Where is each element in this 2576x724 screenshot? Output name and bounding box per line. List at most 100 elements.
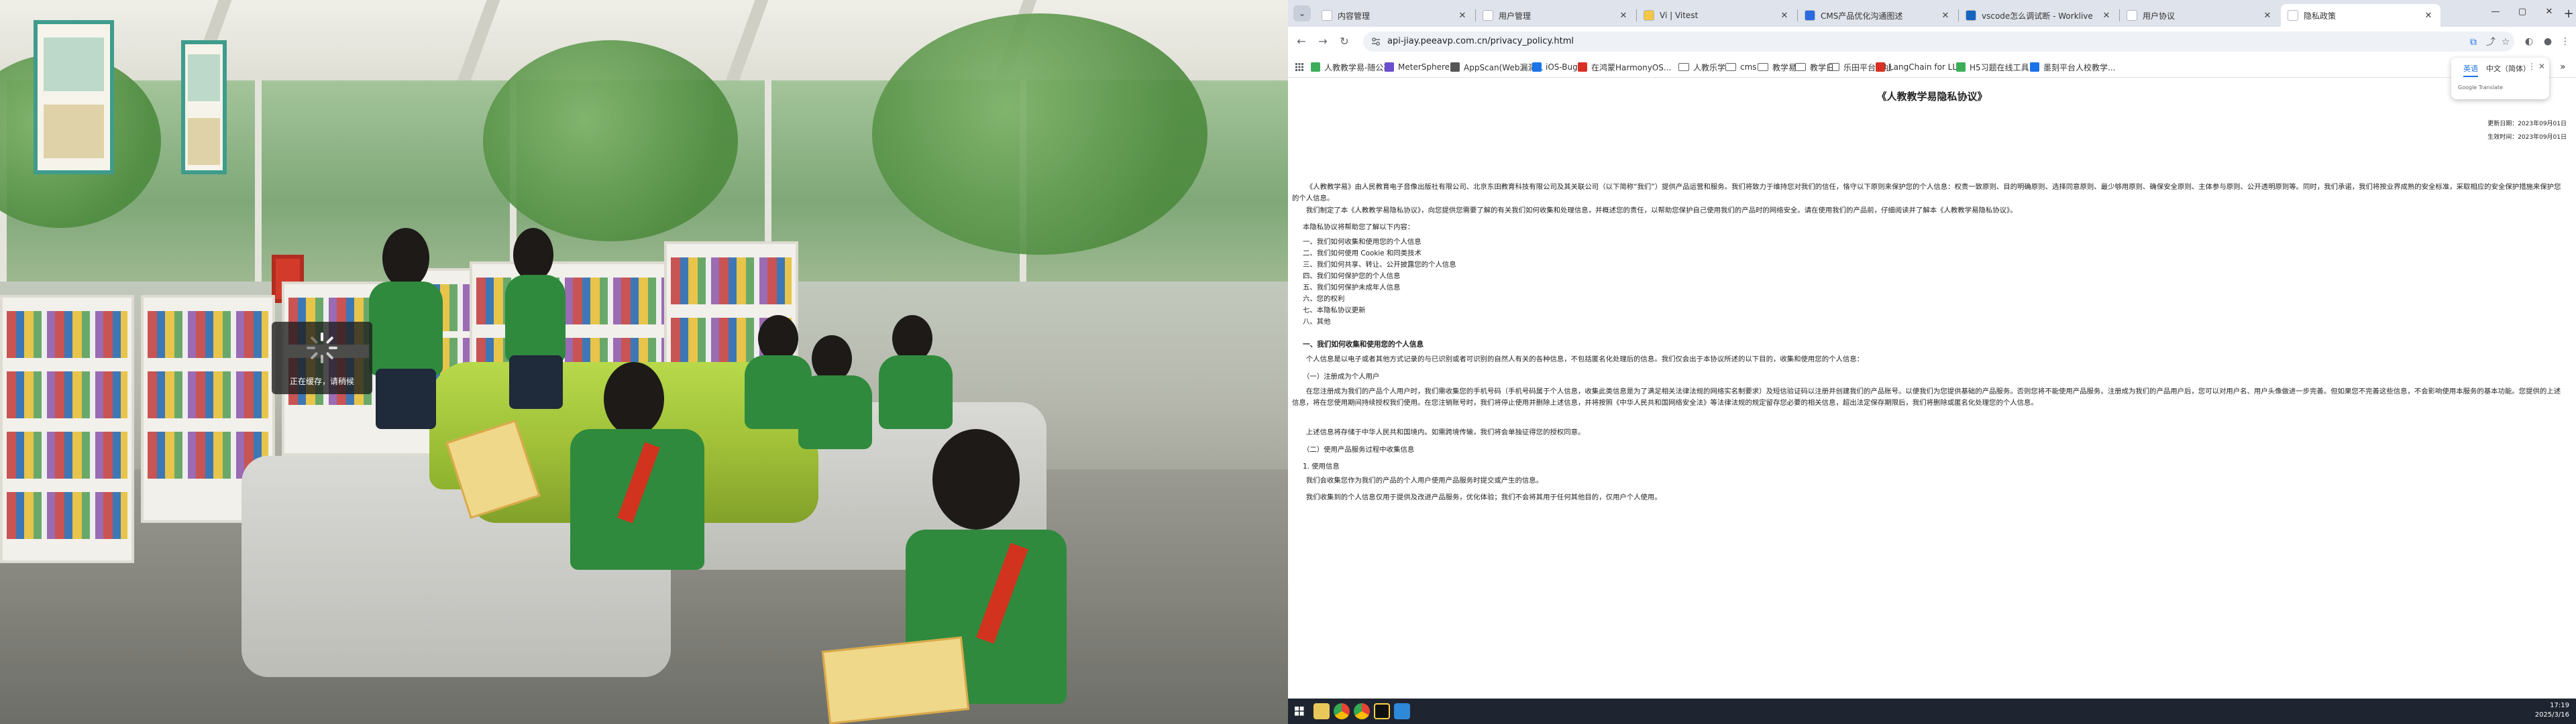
bookmark-favicon-icon: [2030, 62, 2039, 72]
taskbar: 17:19 2025/3/16: [1288, 699, 2576, 724]
bookmark-folder[interactable]: cms: [1725, 60, 1757, 74]
site-info-icon[interactable]: [1371, 37, 1381, 46]
clock-date: 2025/3/16: [2534, 711, 2569, 719]
new-tab-button[interactable]: +: [2561, 7, 2576, 21]
tab-close-icon[interactable]: ✕: [1940, 11, 1951, 21]
tab-separator: [2119, 9, 2120, 21]
apps-icon[interactable]: [1295, 60, 1304, 74]
bookmark-star-icon[interactable]: ☆: [2500, 36, 2512, 48]
bookmark-item[interactable]: LangChain for LL...: [1876, 60, 1964, 74]
bookmark-folder[interactable]: 人教乐学: [1678, 60, 1725, 74]
share-icon[interactable]: ⤴: [2485, 36, 2497, 48]
minimize-button[interactable]: —: [2482, 4, 2509, 20]
bookmark-item[interactable]: 墨刻平台人校教学...: [2030, 60, 2115, 74]
tab-0[interactable]: 内容管理 ✕: [1315, 4, 1474, 27]
bookmark-folder[interactable]: 教学易: [1758, 60, 1796, 74]
tab-close-icon[interactable]: ✕: [2423, 11, 2434, 21]
clock: 17:19 2025/3/16: [2535, 701, 2569, 720]
toc-item: 三、我们如何共享、转让、公开披露您的个人信息: [1303, 261, 1456, 269]
tab-4[interactable]: vscode怎么调试断 - Worklive ✕: [1959, 4, 2118, 27]
subsection-title: （二）使用产品服务过程中收集信息: [1303, 446, 1415, 454]
translate-lang-chinese[interactable]: 中文（简体）: [2486, 63, 2530, 74]
url-text: api-jiay.peeavp.com.cn/privacy_policy.ht…: [1387, 36, 1574, 46]
profile-icon[interactable]: ●: [2541, 35, 2555, 48]
clock-time: 17:19: [2550, 702, 2569, 709]
tree: [872, 13, 1208, 255]
tab-separator: [1958, 9, 1959, 21]
folder-icon: [1758, 63, 1768, 71]
forward-icon[interactable]: →: [1315, 34, 1331, 50]
favicon-icon: [2127, 10, 2137, 21]
bookmark-favicon-icon: [1385, 62, 1394, 72]
folder-icon: [1795, 63, 1806, 71]
start-icon[interactable]: [1295, 707, 1304, 716]
bookmark-item[interactable]: iOS-Bugly: [1532, 60, 1585, 74]
toolbar: ← → ↻ api-jiay.peeavp.com.cn/privacy_pol…: [1288, 27, 2576, 56]
bookmark-favicon-icon: [1956, 62, 1966, 72]
bookmark-favicon-icon: [1450, 62, 1460, 72]
tab-5[interactable]: 用户协议 ✕: [2120, 4, 2279, 27]
toc-item: 六、您的权利: [1303, 295, 1345, 303]
section-paragraph: 个人信息是以电子或者其他方式记录的与已识别或者可识别的自然人有关的各种信息，不包…: [1305, 355, 1864, 363]
child-reading: [557, 362, 731, 644]
bookmark-item[interactable]: 在鸿蒙HarmonyOS...: [1578, 60, 1671, 74]
tab-close-icon[interactable]: ✕: [1618, 11, 1629, 21]
effective-date: 生效时间：2023年09月01日: [2487, 134, 2567, 141]
favicon-icon: [1483, 10, 1493, 21]
more-bookmarks-icon[interactable]: »: [2560, 60, 2566, 74]
section-paragraph: 我们会收集您作为我们的产品的个人用户使用产品服务时提交或产生的信息。: [1305, 477, 1544, 485]
chrome-icon[interactable]: [1354, 703, 1370, 719]
favicon-icon: [1644, 10, 1654, 21]
reload-icon[interactable]: ↻: [1336, 34, 1352, 50]
section-paragraph: 在您注册成为我们的产品个人用户时，我们需收集您的手机号码（手机号码属于个人信息，…: [1292, 387, 2561, 407]
app-icon[interactable]: [1394, 703, 1410, 719]
loading-text: 正在缓存，请稍候: [289, 377, 354, 386]
bookmark-item[interactable]: 人教教学易-随公苑: [1311, 60, 1391, 74]
bookmark-item[interactable]: MeterSphere: [1385, 60, 1450, 74]
tab-close-icon[interactable]: ✕: [1779, 11, 1790, 21]
file-explorer-icon[interactable]: [1313, 703, 1330, 719]
wallpaper-photo: 正在缓存，请稍候: [0, 0, 1288, 724]
bookmark-label: 人教教学易-随公苑: [1324, 62, 1392, 72]
extensions-icon[interactable]: ◐: [2522, 35, 2536, 48]
folder-icon: [1829, 63, 1839, 71]
translate-close-icon[interactable]: ✕: [2538, 62, 2545, 71]
tab-close-icon[interactable]: ✕: [1457, 11, 1468, 21]
tab-2[interactable]: Vi | Vitest ✕: [1637, 4, 1796, 27]
bookmark-item[interactable]: AppScan(Web漏洞...: [1450, 60, 1544, 74]
tab-title: 内容管理: [1338, 11, 1371, 21]
tab-3[interactable]: CMS产品优化沟通图述 ✕: [1798, 4, 1957, 27]
translate-icon[interactable]: ⧉: [2467, 36, 2479, 48]
toc-item: 八、其他: [1303, 318, 1331, 326]
tree: [483, 40, 738, 241]
tab-1[interactable]: 用户管理 ✕: [1476, 4, 1635, 27]
favicon-icon: [2288, 10, 2298, 21]
bookmark-label: H5习题在线工具: [1970, 62, 2029, 72]
terminal-icon[interactable]: [1374, 703, 1390, 719]
updated-date: 更新日期：2023年09月01日: [2487, 121, 2567, 127]
favicon-icon: [1322, 10, 1332, 21]
bookmark-label: 教学易: [1772, 62, 1797, 72]
tab-title: Vi | Vitest: [1660, 11, 1699, 20]
translate-more-icon[interactable]: ⋮: [2528, 62, 2536, 71]
tab-title: 用户管理: [1499, 11, 1532, 21]
tab-close-icon[interactable]: ✕: [2262, 11, 2273, 21]
bookmark-item[interactable]: H5习题在线工具: [1956, 60, 2029, 74]
maximize-button[interactable]: ▢: [2509, 4, 2536, 20]
address-bar[interactable]: api-jiay.peeavp.com.cn/privacy_policy.ht…: [1363, 32, 2514, 52]
toc-item: 二、我们如何使用 Cookie 和同类技术: [1303, 249, 1421, 257]
bookmarks-bar: 人教教学易-随公苑 MeterSphere AppScan(Web漏洞... iOS-…: [1288, 56, 2576, 78]
back-icon[interactable]: ←: [1293, 34, 1309, 50]
favicon-icon: [1966, 10, 1976, 21]
tab-search-icon[interactable]: ⌄: [1293, 5, 1311, 21]
tab-title: vscode怎么调试断 - Worklive: [1982, 11, 2093, 21]
tab-close-icon[interactable]: ✕: [2101, 11, 2112, 21]
bookmark-label: 在鸿蒙HarmonyOS...: [1591, 62, 1672, 72]
close-window-button[interactable]: ✕: [2536, 4, 2563, 20]
intro-paragraph: 《人教教学易》由人民教育电子音像出版社有限公司、北京东田教育科技有限公司及其关联…: [1292, 183, 2561, 202]
child-sitting: [792, 335, 879, 469]
chrome-icon[interactable]: [1334, 703, 1350, 719]
tab-6[interactable]: 隐私政策 ✕: [2281, 4, 2440, 27]
translate-lang-english[interactable]: 英语: [2463, 63, 2478, 77]
menu-icon[interactable]: ⋮: [2559, 35, 2572, 48]
